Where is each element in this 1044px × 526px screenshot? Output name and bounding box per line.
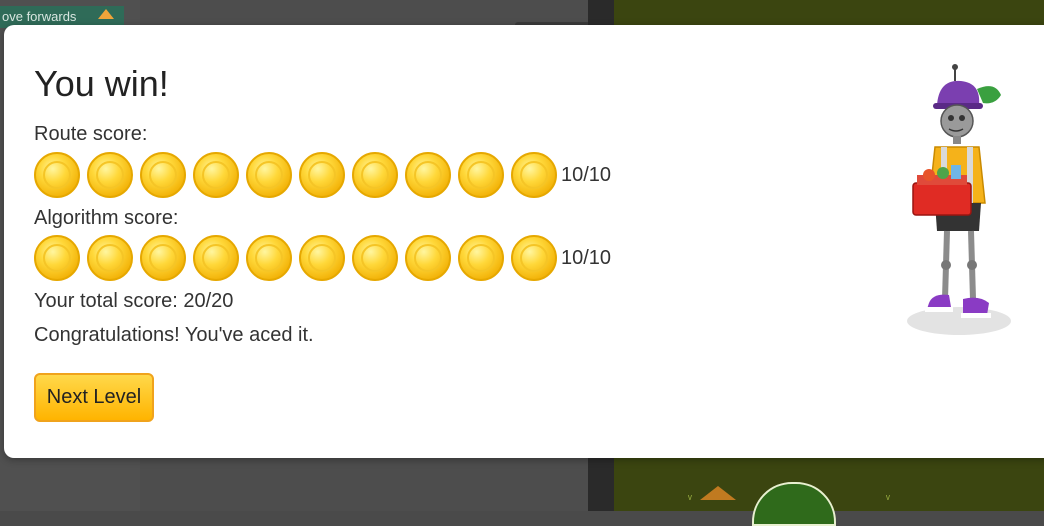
coin-icon <box>193 152 239 198</box>
dialog-title: You win! <box>34 63 169 104</box>
up-arrow-icon <box>98 9 114 19</box>
algorithm-score-coins: 10/10 <box>34 235 611 281</box>
algorithm-score-value: 10/10 <box>561 246 612 269</box>
next-level-button[interactable]: Next Level <box>34 373 154 422</box>
coin-icon <box>405 235 451 281</box>
coin-icon <box>193 235 239 281</box>
coin-icon <box>458 235 504 281</box>
grass-tuft-icon: ᵥ <box>688 488 692 502</box>
coin-icon <box>299 235 345 281</box>
coin-icon <box>140 235 186 281</box>
coin-icon <box>87 235 133 281</box>
coin-icon <box>352 235 398 281</box>
route-score-value: 10/10 <box>561 163 612 186</box>
coin-icon <box>34 235 80 281</box>
coin-icon <box>34 152 80 198</box>
coin-icon <box>405 152 451 198</box>
coin-icon <box>511 152 557 198</box>
coin-icon <box>246 235 292 281</box>
route-score-coins: 10/10 <box>34 152 611 198</box>
robot-mascot-icon <box>907 64 1011 335</box>
congratulations-text: Congratulations! You've aced it. <box>34 324 314 346</box>
coin-icon <box>140 152 186 198</box>
total-score-text: Your total score: 20/20 <box>34 290 234 312</box>
coin-icon <box>299 152 345 198</box>
win-dialog: You win! Route score: 10/10 Algorithm sc… <box>4 25 1044 458</box>
coin-icon <box>352 152 398 198</box>
coin-icon <box>458 152 504 198</box>
algorithm-score-label: Algorithm score: <box>34 207 179 229</box>
move-forwards-label: ove forwards <box>2 9 77 24</box>
coin-icon <box>246 152 292 198</box>
route-score-label: Route score: <box>34 123 148 145</box>
grass-tuft-icon: ᵥ <box>886 488 890 502</box>
coin-icon <box>87 152 133 198</box>
house-roof-icon <box>700 486 736 500</box>
coin-icon <box>511 235 557 281</box>
